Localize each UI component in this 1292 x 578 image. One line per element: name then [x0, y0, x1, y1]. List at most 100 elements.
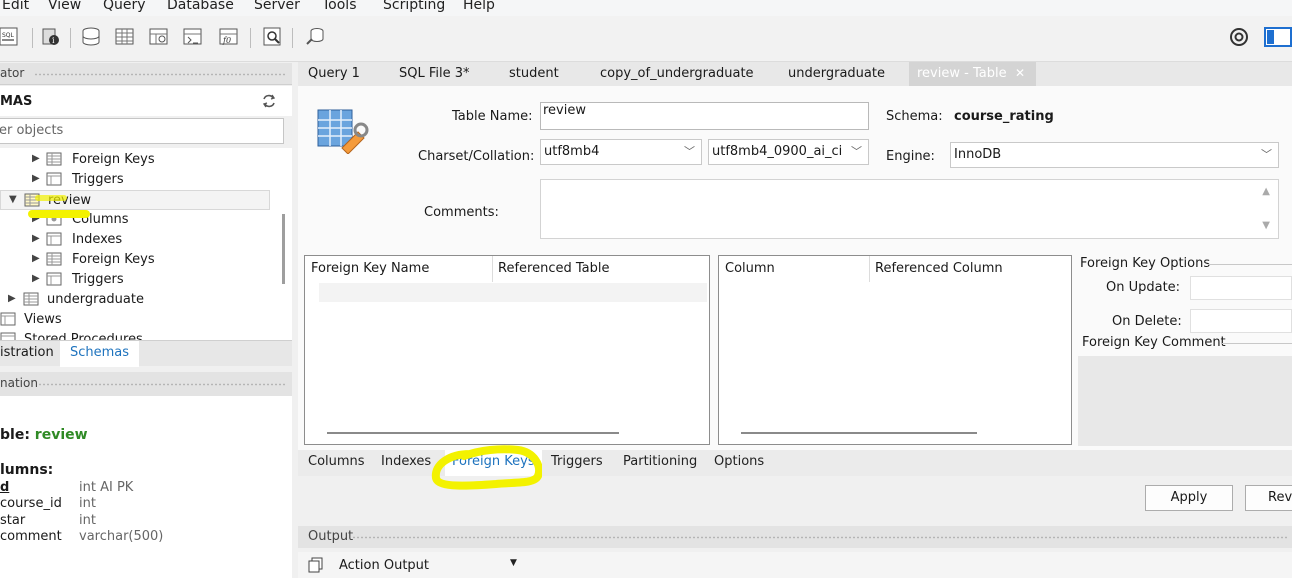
column-header-referenced-column[interactable]: Referenced Column [875, 261, 1003, 276]
foreign-key-grid[interactable]: Foreign Key Name Referenced Table [304, 255, 710, 445]
charset-select[interactable]: utf8mb4 ﹀ [540, 139, 702, 165]
preferences-icon[interactable] [1228, 26, 1250, 48]
toggle-sidebar-icon[interactable] [1264, 26, 1292, 48]
expand-arrow-icon[interactable]: ▶ [32, 213, 40, 224]
menu-scripting[interactable]: Scripting [383, 0, 445, 13]
menu-tools[interactable]: Tools [322, 0, 357, 13]
views-icon [0, 312, 16, 326]
tree-item-review[interactable]: ▼ review [0, 190, 270, 210]
tree-item-triggers[interactable]: ▶ Triggers [0, 270, 282, 290]
header-grip [38, 383, 286, 386]
collation-value: utf8mb4_0900_ai_ci [712, 144, 843, 159]
collation-select[interactable]: utf8mb4_0900_ai_ci ﹀ [708, 139, 869, 165]
editor-tab-bar: Query 1 SQL File 3* student copy_of_unde… [298, 62, 1292, 86]
tree-item-label: Triggers [72, 272, 124, 287]
comments-textarea[interactable]: ▲ ▼ [540, 179, 1279, 239]
tree-item-foreign-keys[interactable]: ▶ Foreign Keys [0, 150, 282, 170]
schema-tree: ▶ Foreign Keys ▶ Triggers ▼ review ▶ Col… [0, 148, 292, 340]
tree-item-label: Stored Procedures [24, 332, 143, 340]
close-tab-icon[interactable]: ✕ [1015, 66, 1025, 80]
information-pane: ble: review lumns: d int AI PK course_id… [0, 396, 292, 578]
tree-item-indexes[interactable]: ▶ Indexes [0, 230, 282, 250]
toolbar-separator [292, 28, 293, 48]
apply-button[interactable]: Apply [1145, 485, 1233, 511]
header-grip [352, 536, 1288, 539]
tree-scrollbar[interactable] [282, 214, 285, 284]
scroll-down-icon[interactable]: ▼ [1262, 220, 1270, 231]
menu-edit[interactable]: Edit [2, 0, 29, 13]
engine-label: Engine: [886, 149, 935, 164]
tab-undergraduate[interactable]: undergraduate [788, 66, 885, 81]
tab-sql-file-3[interactable]: SQL File 3* [399, 66, 470, 81]
inspector-icon[interactable]: i [40, 26, 62, 48]
tab-copy-of-undergraduate[interactable]: copy_of_undergraduate [600, 66, 754, 81]
create-view-icon[interactable] [148, 26, 170, 48]
tree-item-triggers[interactable]: ▶ Triggers [0, 170, 282, 190]
menu-server[interactable]: Server [254, 0, 300, 13]
tab-foreign-keys[interactable]: Foreign Keys [445, 450, 542, 476]
column-header-foreign-key-name[interactable]: Foreign Key Name [311, 261, 429, 276]
create-function-icon[interactable]: f0 [218, 26, 240, 48]
column-header-column[interactable]: Column [725, 261, 775, 276]
expand-arrow-icon[interactable]: ▶ [32, 153, 40, 164]
action-bar: Apply Rev [298, 476, 1292, 522]
info-column-name: d [0, 480, 10, 495]
create-procedure-icon[interactable] [182, 26, 204, 48]
scroll-up-icon[interactable]: ▲ [1262, 186, 1270, 197]
tree-item-stored-procedures[interactable]: Stored Procedures [0, 330, 282, 340]
menu-database[interactable]: Database [167, 0, 234, 13]
tree-item-undergraduate[interactable]: ▶ undergraduate [0, 290, 282, 310]
group-divider [1208, 264, 1292, 265]
expand-arrow-icon[interactable]: ▶ [32, 273, 40, 284]
tree-item-columns[interactable]: ▶ Columns [0, 210, 282, 230]
tab-options[interactable]: Options [714, 454, 764, 469]
on-delete-select[interactable] [1190, 309, 1292, 333]
horizontal-scrollbar[interactable] [327, 432, 619, 434]
new-sql-tab-icon[interactable]: SQL [0, 26, 20, 48]
tab-indexes[interactable]: Indexes [381, 454, 431, 469]
tree-item-foreign-keys[interactable]: ▶ Foreign Keys [0, 250, 282, 270]
tab-partitioning[interactable]: Partitioning [623, 454, 697, 469]
table-editor-icon [317, 109, 369, 154]
dropdown-arrow-icon: ▼ [510, 558, 517, 568]
toolbar-separator [32, 28, 33, 48]
search-table-data-icon[interactable] [262, 26, 284, 48]
fk-new-row[interactable] [319, 283, 707, 302]
info-column-type: int [79, 496, 96, 511]
table-name-input[interactable]: review [540, 102, 869, 130]
tab-triggers[interactable]: Triggers [551, 454, 603, 469]
menu-help[interactable]: Help [463, 0, 495, 13]
refresh-icon[interactable] [262, 94, 276, 108]
tab-columns[interactable]: Columns [308, 454, 365, 469]
collapse-arrow-icon[interactable]: ▼ [9, 194, 17, 205]
tab-student[interactable]: student [509, 66, 559, 81]
output-type-select[interactable]: Action Output ▼ [334, 554, 520, 576]
fk-comment-textarea[interactable] [1078, 356, 1292, 446]
tab-schemas[interactable]: Schemas [60, 341, 140, 367]
tab-query-1[interactable]: Query 1 [308, 66, 360, 81]
copy-output-icon[interactable] [308, 557, 324, 573]
expand-arrow-icon[interactable]: ▶ [32, 173, 40, 184]
column-header-referenced-table[interactable]: Referenced Table [498, 261, 609, 276]
create-schema-icon[interactable] [80, 26, 102, 48]
tab-review-table[interactable]: review - Table ✕ [909, 62, 1036, 86]
tab-administration[interactable]: istration [0, 345, 54, 360]
expand-arrow-icon[interactable]: ▶ [32, 253, 40, 264]
table-icon [23, 292, 39, 306]
procedures-icon [0, 332, 16, 340]
on-delete-label: On Delete: [1112, 314, 1182, 329]
info-columns-heading: lumns: [0, 462, 54, 478]
menu-query[interactable]: Query [103, 0, 146, 13]
create-table-icon[interactable] [114, 26, 136, 48]
expand-arrow-icon[interactable]: ▶ [8, 293, 16, 304]
horizontal-scrollbar[interactable] [741, 432, 977, 434]
tree-item-views[interactable]: Views [0, 310, 282, 330]
expand-arrow-icon[interactable]: ▶ [32, 233, 40, 244]
fk-column-grid[interactable]: Column Referenced Column [718, 255, 1072, 445]
filter-objects-input[interactable]: er objects [0, 118, 284, 144]
reconnect-icon[interactable] [304, 26, 326, 48]
engine-select[interactable]: InnoDB ﹀ [950, 142, 1279, 168]
menu-view[interactable]: View [48, 0, 81, 13]
on-update-select[interactable] [1190, 276, 1292, 300]
revert-button[interactable]: Rev [1245, 485, 1292, 511]
